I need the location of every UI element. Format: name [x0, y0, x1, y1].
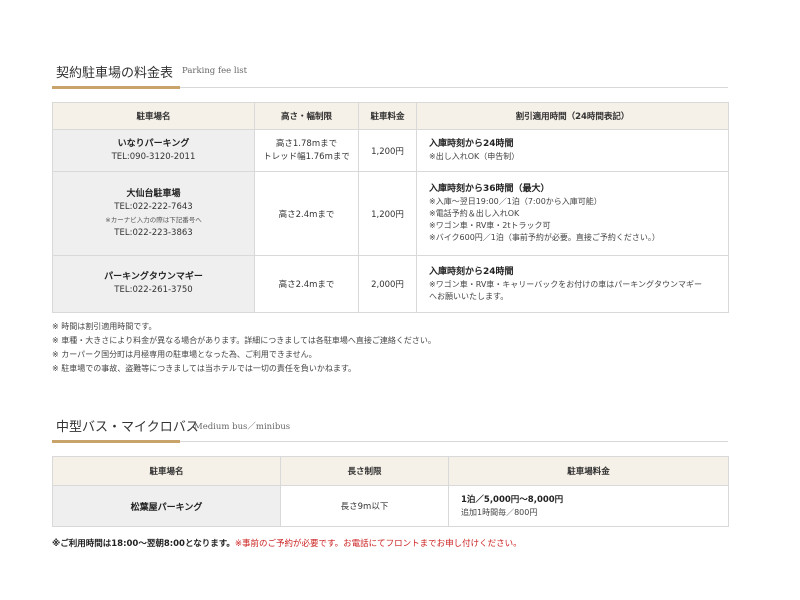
parking-tel: TEL:022-222-7643 — [114, 201, 193, 212]
discount-note: ※ワゴン車・RV車・2tトラック可 — [429, 221, 551, 230]
discount-note: ※入庫～翌日19:00／1泊（7:00から入庫可能） — [429, 197, 602, 206]
limit-cell: 高さ1.78mまで トレッド幅1.76mまで — [254, 129, 359, 172]
section-title-en: Medium bus／minibus — [194, 422, 291, 432]
limit-cell: 高さ2.4mまで — [254, 171, 359, 256]
fee-cell: 1,200円 — [358, 129, 417, 172]
parking-name: 松葉屋パーキング — [52, 485, 281, 527]
table-header-row: 駐車場名 長さ制限 駐車場料金 — [52, 456, 729, 486]
note-item: ※ 時間は割引適用時間です。 — [52, 322, 157, 331]
discount-cell: 入庫時刻から24時間 ※ワゴン車・RV車・キャリーバックをお付けの車はパーキング… — [416, 255, 729, 313]
discount-main: 入庫時刻から24時間 — [429, 139, 514, 149]
discount-note: ※出し入れOK（申告制） — [429, 152, 520, 161]
header-parking-name: 駐車場名 — [52, 102, 255, 130]
discount-cell: 入庫時刻から24時間 ※出し入れOK（申告制） — [416, 129, 729, 172]
length-limit: 長さ9m以下 — [280, 485, 449, 527]
parking-name: パーキングタウンマギー — [104, 272, 203, 282]
reservation-warning: ※事前のご予約が必要です。お電話にてフロントまでお申し付けください。 — [234, 539, 522, 549]
fee-main: 1泊／5,000円～8,000円 — [461, 494, 564, 505]
header-fee: 駐車料金 — [358, 102, 417, 130]
discount-main: 入庫時刻から36時間（最大） — [429, 184, 550, 194]
table-header-row: 駐車場名 高さ・幅制限 駐車料金 割引適用時間（24時間表記） — [52, 102, 729, 130]
discount-main: 入庫時刻から24時間 — [429, 266, 514, 277]
car-nav-note: ※カーナビ入力の際は下記番号へ — [105, 215, 202, 224]
section-title-en: Parking fee list — [182, 66, 248, 76]
table-row: いなりパーキング TEL:090-3120-2011 高さ1.78mまで トレッ… — [52, 129, 729, 172]
section-title-ja: 中型バス・マイクロバス — [56, 420, 199, 435]
usage-time-note: ※ご利用時間は18:00～翌朝8:00となります。※事前のご予約が必要です。お電… — [52, 537, 522, 549]
parking-name-cell: パーキングタウンマギー TEL:022-261-3750 — [52, 255, 255, 313]
header-length-limit: 長さ制限 — [280, 456, 449, 486]
bus-parking-table: 駐車場名 長さ制限 駐車場料金 松葉屋パーキング 長さ9m以下 1泊／5,000… — [52, 456, 729, 527]
fee-cell: 1,200円 — [358, 171, 417, 256]
title-accent-bar — [52, 86, 180, 89]
table-row: パーキングタウンマギー TEL:022-261-3750 高さ2.4mまで 2,… — [52, 255, 729, 313]
parking-tel: TEL:090-3120-2011 — [111, 151, 196, 162]
fee-sub: 追加1時間毎／800円 — [461, 507, 538, 517]
note-item: ※ カーパーク国分町は月極専用の駐車場となった為、ご利用できません。 — [52, 350, 317, 359]
header-parking-fee: 駐車場料金 — [448, 456, 729, 486]
discount-cell: 入庫時刻から36時間（最大） ※入庫～翌日19:00／1泊（7:00から入庫可能… — [416, 171, 729, 256]
header-parking-name: 駐車場名 — [52, 456, 281, 486]
table-row: 松葉屋パーキング 長さ9m以下 1泊／5,000円～8,000円 追加1時間毎／… — [52, 485, 729, 527]
parking-notes: ※ 時間は割引適用時間です。 ※ 車種・大きさにより料金が異なる場合があります。… — [52, 320, 436, 376]
header-height-limit: 高さ・幅制限 — [254, 102, 359, 130]
header-discount-time: 割引適用時間（24時間表記） — [416, 102, 729, 130]
parking-tel: TEL:022-261-3750 — [114, 285, 193, 295]
fee-cell: 2,000円 — [358, 255, 417, 313]
section-title-ja: 契約駐車場の料金表 — [56, 66, 174, 81]
title-accent-bar — [52, 440, 180, 443]
discount-note: ※電話予約＆出し入れOK — [429, 209, 520, 218]
note-item: ※ 駐車場での事故、盗難等につきましては当ホテルでは一切の責任を負いかねます。 — [52, 364, 357, 373]
limit-text: 高さ1.78mまで — [275, 138, 338, 149]
table-row: 大仙台駐車場 TEL:022-222-7643 ※カーナビ入力の際は下記番号へ … — [52, 171, 729, 256]
parking-name: 大仙台駐車場 — [126, 188, 181, 199]
section-title-bus: 中型バス・マイクロバス Medium bus／minibus — [52, 416, 728, 443]
limit-text: トレッド幅1.76mまで — [263, 151, 350, 162]
discount-note: ※バイク600円／1泊（事前予約が必要。直接ご予約ください。） — [429, 233, 660, 242]
note-item: ※ 車種・大きさにより料金が異なる場合があります。詳細につきましては各駐車場へ直… — [52, 336, 436, 345]
parking-name-cell: 大仙台駐車場 TEL:022-222-7643 ※カーナビ入力の際は下記番号へ … — [52, 171, 255, 256]
parking-name: いなりパーキング — [117, 138, 190, 149]
section-title-parking-fee: 契約駐車場の料金表 Parking fee list — [52, 62, 728, 89]
limit-cell: 高さ2.4mまで — [254, 255, 359, 313]
parking-name-cell: いなりパーキング TEL:090-3120-2011 — [52, 129, 255, 172]
usage-time-text: ※ご利用時間は18:00～翌朝8:00となります。 — [52, 539, 235, 549]
discount-note: へお願いいたします。 — [429, 291, 509, 301]
parking-tel-2: TEL:022-223-3863 — [114, 227, 193, 238]
discount-note: ※ワゴン車・RV車・キャリーバックをお付けの車はパーキングタウンマギー — [429, 279, 702, 289]
parking-fee-table: 駐車場名 高さ・幅制限 駐車料金 割引適用時間（24時間表記） いなりパーキング… — [52, 102, 729, 313]
fee-cell: 1泊／5,000円～8,000円 追加1時間毎／800円 — [448, 485, 729, 527]
